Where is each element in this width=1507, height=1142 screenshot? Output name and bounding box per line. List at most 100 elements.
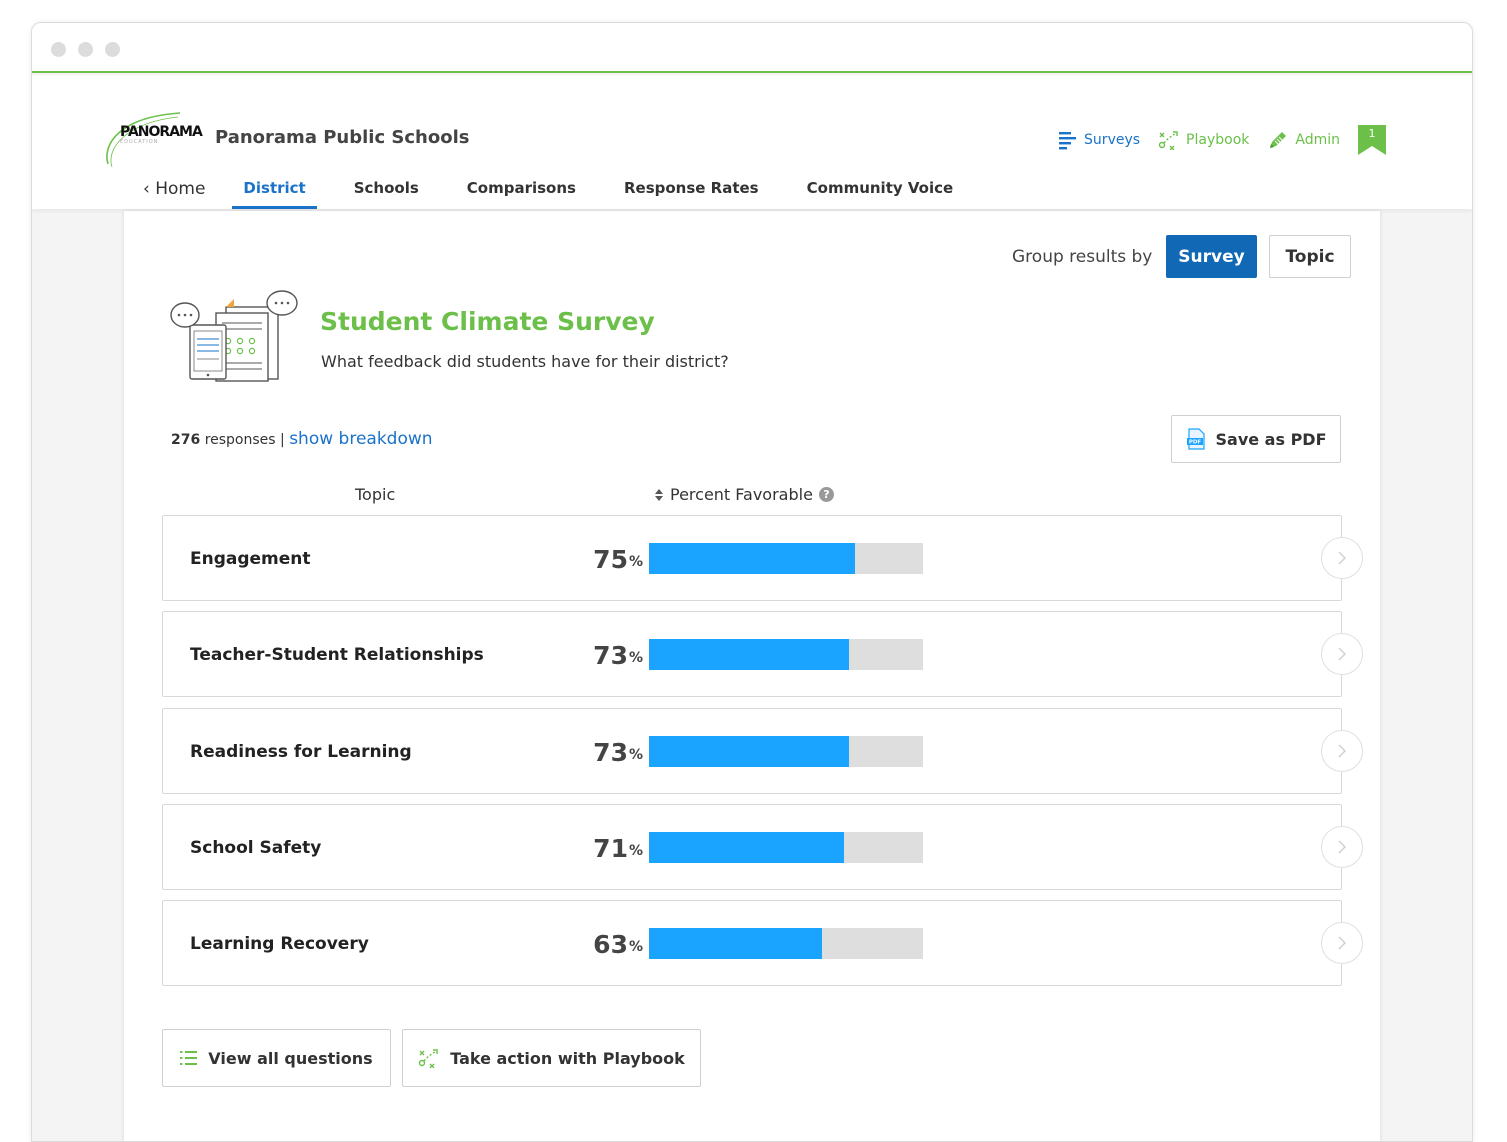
column-header-topic: Topic xyxy=(355,485,396,504)
percent-bar-fill xyxy=(649,928,822,959)
topic-name: Learning Recovery xyxy=(190,934,369,954)
browser-window: PANORAMA EDUCATION Panorama Public Schoo… xyxy=(31,22,1473,1142)
chevron-right-icon xyxy=(1338,744,1346,758)
tab-response-rates-label: Response Rates xyxy=(623,179,759,197)
topic-name: School Safety xyxy=(190,838,322,858)
topic-row[interactable]: Learning Recovery 63% xyxy=(162,900,1363,987)
top-nav: Surveys Playbook Admin 1 xyxy=(1058,125,1386,155)
help-icon[interactable]: ? xyxy=(818,487,834,502)
column-header-percent-label: Percent Favorable xyxy=(670,485,813,504)
chevron-right-icon xyxy=(1338,551,1346,565)
svg-text:PDF: PDF xyxy=(1188,440,1201,446)
row-open-button[interactable] xyxy=(1321,730,1363,772)
chevron-right-icon xyxy=(1338,936,1346,950)
app-header: PANORAMA EDUCATION Panorama Public Schoo… xyxy=(32,75,1472,209)
percent-bar-fill xyxy=(649,639,850,670)
window-close-dot[interactable] xyxy=(51,42,66,57)
logo-subtext: EDUCATION xyxy=(120,139,159,145)
percent-bar-track xyxy=(649,639,923,670)
responses-count: 276 xyxy=(171,432,201,448)
group-by-survey-button[interactable]: Survey xyxy=(1166,235,1257,278)
percent-bar-fill xyxy=(649,543,855,574)
percent-bar-fill xyxy=(649,832,844,863)
list-lines-icon xyxy=(1059,132,1077,150)
window-titlebar xyxy=(32,23,1472,73)
window-maximize-dot[interactable] xyxy=(105,42,120,57)
tab-comparisons-label: Comparisons xyxy=(466,179,576,197)
percent-unit: % xyxy=(628,939,643,955)
percent-number: 75 xyxy=(593,544,628,574)
nav-admin-label: Admin xyxy=(1295,132,1340,148)
group-by-topic-button[interactable]: Topic xyxy=(1269,235,1351,278)
sort-icon xyxy=(655,488,663,501)
topic-row[interactable]: Teacher-Student Relationships 73% xyxy=(162,611,1363,697)
topic-name: Teacher-Student Relationships xyxy=(190,645,484,665)
column-header-percent[interactable]: Percent Favorable ? xyxy=(654,485,834,504)
percent-number: 71 xyxy=(593,833,628,863)
percent-number: 73 xyxy=(593,640,628,670)
tab-home[interactable]: ‹ Home xyxy=(143,179,205,209)
topic-row[interactable]: Engagement 75% xyxy=(162,515,1363,602)
percent-number: 63 xyxy=(593,929,628,959)
view-all-questions-button[interactable]: View all questions xyxy=(162,1029,391,1087)
take-action-playbook-button[interactable]: Take action with Playbook xyxy=(402,1029,701,1087)
bookmark-button[interactable]: 1 xyxy=(1358,125,1386,155)
bookmark-count: 1 xyxy=(1368,127,1376,140)
take-action-playbook-label: Take action with Playbook xyxy=(450,1048,685,1068)
tab-response-rates[interactable]: Response Rates xyxy=(624,179,759,209)
logo-wordmark[interactable]: PANORAMA xyxy=(120,124,203,140)
group-results-label: Group results by xyxy=(1012,247,1153,267)
nav-surveys[interactable]: Surveys xyxy=(1058,130,1140,150)
chevron-right-icon xyxy=(1338,647,1346,661)
responses-summary: 276 responses | show breakdown xyxy=(171,429,433,449)
tab-comparisons[interactable]: Comparisons xyxy=(467,179,576,209)
pencil-icon xyxy=(1270,132,1287,148)
window-minimize-dot[interactable] xyxy=(78,42,93,57)
nav-playbook[interactable]: Playbook xyxy=(1158,130,1249,150)
tab-schools-label: Schools xyxy=(353,179,419,197)
percent-bar-track xyxy=(649,832,923,863)
district-name: Panorama Public Schools xyxy=(215,127,470,148)
results-card: Group results by Survey Topic Student Cl… xyxy=(124,211,1380,1141)
responses-label: responses xyxy=(204,432,276,448)
survey-title: Student Climate Survey xyxy=(320,307,655,336)
play-diagram-icon xyxy=(1158,131,1178,150)
row-open-button[interactable] xyxy=(1321,633,1363,675)
topic-row[interactable]: School Safety 71% xyxy=(162,804,1363,891)
show-breakdown-link[interactable]: show breakdown xyxy=(289,429,432,449)
row-open-button[interactable] xyxy=(1321,922,1363,964)
chevron-right-icon xyxy=(1338,840,1346,854)
tab-schools[interactable]: Schools xyxy=(354,179,419,209)
percent-bar-fill xyxy=(649,736,850,767)
percent-unit: % xyxy=(628,554,643,570)
percent-bar-track xyxy=(649,736,923,767)
percent-unit: % xyxy=(628,747,643,763)
topic-name: Engagement xyxy=(190,549,311,569)
percent-unit: % xyxy=(628,650,643,666)
save-as-pdf-label: Save as PDF xyxy=(1215,429,1327,449)
percent-favorable-value: 73% xyxy=(593,709,643,795)
topic-name: Readiness for Learning xyxy=(190,742,412,762)
row-open-button[interactable] xyxy=(1321,826,1363,868)
play-diagram-icon xyxy=(419,1049,438,1068)
save-as-pdf-button[interactable]: PDF Save as PDF xyxy=(1171,415,1341,463)
topic-row[interactable]: Readiness for Learning 73% xyxy=(162,708,1363,795)
percent-favorable-value: 71% xyxy=(593,805,643,891)
tab-district-label: District xyxy=(243,179,306,197)
percent-number: 73 xyxy=(593,737,628,767)
nav-surveys-label: Surveys xyxy=(1084,132,1141,148)
tab-district[interactable]: District xyxy=(232,179,318,209)
percent-unit: % xyxy=(628,843,643,859)
tab-community-voice-label: Community Voice xyxy=(806,179,954,197)
list-icon xyxy=(180,1051,198,1065)
tab-home-label: Home xyxy=(155,179,206,199)
section-tabs: ‹ Home District Schools Comparisons Resp… xyxy=(143,179,953,209)
row-open-button[interactable] xyxy=(1321,537,1363,579)
tab-community-voice[interactable]: Community Voice xyxy=(807,179,954,209)
percent-favorable-value: 75% xyxy=(593,516,643,602)
chevron-left-icon: ‹ xyxy=(143,179,150,199)
nav-playbook-label: Playbook xyxy=(1186,132,1250,148)
view-all-questions-label: View all questions xyxy=(208,1048,373,1068)
percent-favorable-value: 63% xyxy=(593,901,643,987)
nav-admin[interactable]: Admin xyxy=(1267,129,1340,151)
